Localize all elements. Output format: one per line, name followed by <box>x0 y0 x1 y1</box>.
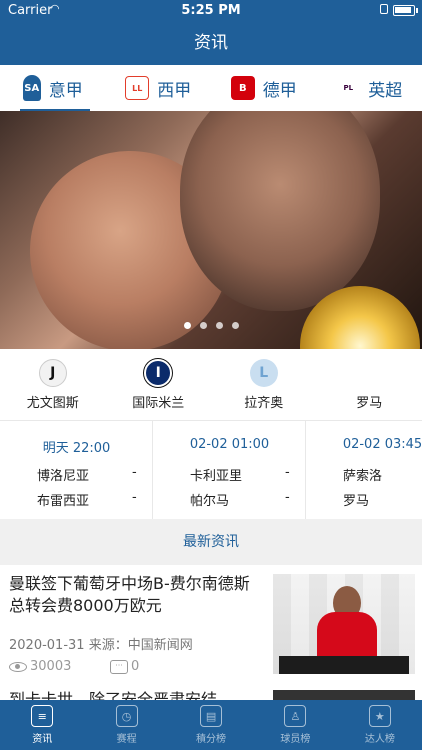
tabbar-item-schedule[interactable]: ◷ 赛程 <box>84 700 168 750</box>
tab-premier-league[interactable]: PL 英超 <box>317 65 422 111</box>
fixture-card[interactable]: 明天 22:00 博洛尼亚 - 布雷西亚 - <box>0 421 153 519</box>
comments-count: ··· 0 <box>110 659 139 674</box>
page-title: 资讯 <box>194 33 228 53</box>
lazio-logo-icon: L <box>249 358 278 387</box>
tabbar-label: 球员榜 <box>280 734 311 745</box>
hero-carousel[interactable] <box>0 111 422 349</box>
team-name: 拉齐奥 <box>244 395 284 411</box>
tabbar-label: 资讯 <box>32 734 53 745</box>
rotation-lock-icon <box>380 4 388 14</box>
fixture-strip[interactable]: 明天 22:00 博洛尼亚 - 布雷西亚 - 02-02 01:00 卡利亚里 … <box>0 420 422 519</box>
bottom-tab-bar: ≡ 资讯 ◷ 赛程 ▤ 積分榜 ♙ 球员榜 ★ 达人榜 <box>0 700 422 750</box>
tab-label: 意甲 <box>48 80 83 101</box>
clock: 5:25 PM <box>181 3 241 18</box>
news-meta: 2020-01-31 来源：中国新闻网 <box>9 634 193 653</box>
tabbar-label: 積分榜 <box>196 734 227 745</box>
comment-icon: ··· <box>110 659 128 674</box>
tab-serie-a[interactable]: SA 意甲 <box>0 65 106 111</box>
team-name: 国际米兰 <box>132 395 185 411</box>
experts-icon: ★ <box>368 705 391 727</box>
section-title: 最新资讯 <box>183 534 239 550</box>
views-count: 30003 <box>9 659 71 674</box>
premier-league-logo-icon: PL <box>336 76 361 100</box>
carousel-dot[interactable] <box>231 322 239 329</box>
fixture-time: 明天 22:00 <box>42 441 111 456</box>
carousel-pagination <box>0 322 422 329</box>
home-team: 博洛尼亚 <box>37 469 90 484</box>
tabbar-label: 赛程 <box>116 734 137 745</box>
carousel-dot[interactable] <box>199 322 207 329</box>
signing-table <box>279 656 409 674</box>
juventus-logo-icon: J <box>38 358 67 387</box>
home-team: 萨索洛 <box>343 469 383 484</box>
team-name: 罗马 <box>356 395 383 411</box>
tab-label: 德甲 <box>262 80 297 101</box>
eye-icon <box>9 661 27 672</box>
tabbar-item-experts[interactable]: ★ 达人榜 <box>338 700 422 750</box>
la-liga-logo-icon: LL <box>125 76 150 100</box>
comments-number: 0 <box>131 659 140 674</box>
tabbar-label: 达人榜 <box>364 734 395 745</box>
news-icon: ≡ <box>31 705 54 727</box>
tabbar-item-standings[interactable]: ▤ 積分榜 <box>169 700 253 750</box>
tab-label: 英超 <box>368 80 403 101</box>
fixture-time: 02-02 03:45 <box>342 437 422 452</box>
status-bar: Carrier ◠ 5:25 PM <box>0 0 422 22</box>
tabbar-item-players[interactable]: ♙ 球员榜 <box>253 700 337 750</box>
news-source: 来源：中国新闻网 <box>88 638 193 653</box>
news-card-partial[interactable]: 到卡卡世，除了安全严肃安结 <box>0 686 422 700</box>
news-headline: 曼联签下葡萄牙中场B-费尔南德斯 总转会费8000万欧元 <box>9 574 250 615</box>
away-team: 罗马 <box>343 494 370 509</box>
roma-logo-icon <box>355 359 383 387</box>
team-name: 尤文图斯 <box>26 395 79 411</box>
players-icon: ♙ <box>284 705 307 727</box>
team-roma[interactable]: 罗马 <box>317 349 422 420</box>
views-number: 30003 <box>30 659 72 674</box>
standings-icon: ▤ <box>200 705 223 727</box>
tab-label: 西甲 <box>157 80 192 101</box>
fixture-card[interactable]: 02-02 01:00 卡利亚里 - 帕尔马 - <box>153 421 306 519</box>
player-photo-right <box>180 111 380 311</box>
away-score: - <box>132 490 137 505</box>
serie-a-logo-icon: SA <box>22 75 41 101</box>
tabbar-item-news[interactable]: ≡ 资讯 <box>0 700 84 750</box>
news-date: 2020-01-31 <box>9 638 85 653</box>
news-card[interactable]: 曼联签下葡萄牙中场B-费尔南德斯 总转会费8000万欧元 2020-01-31 … <box>0 565 422 685</box>
home-team: 卡利亚里 <box>190 469 243 484</box>
fixture-time: 02-02 01:00 <box>189 437 270 452</box>
carousel-dot[interactable] <box>215 322 223 329</box>
away-team: 布雷西亚 <box>37 494 90 509</box>
bundesliga-logo-icon: B <box>230 76 255 100</box>
team-lazio[interactable]: L 拉齐奥 <box>211 349 317 420</box>
team-strip: J 尤文图斯 I 国际米兰 L 拉齐奥 罗马 <box>0 349 422 420</box>
news-thumbnail <box>273 690 415 700</box>
team-inter[interactable]: I 国际米兰 <box>106 349 212 420</box>
home-score: - <box>132 465 137 480</box>
news-headline: 到卡卡世，除了安全严肃安结 <box>9 690 218 700</box>
inter-logo-icon: I <box>144 358 173 387</box>
away-score: - <box>285 490 290 505</box>
fixture-card[interactable]: 02-02 03:45 萨索洛 罗马 <box>306 421 422 519</box>
nav-bar: 资讯 <box>0 22 422 65</box>
schedule-icon: ◷ <box>115 705 138 727</box>
section-header: 最新资讯 <box>0 519 422 565</box>
away-team: 帕尔马 <box>190 494 230 509</box>
battery-icon <box>393 5 415 16</box>
carousel-dot[interactable] <box>183 322 191 329</box>
league-tabs: SA 意甲 LL 西甲 B 德甲 PL 英超 <box>0 65 422 111</box>
battery-tip <box>416 8 418 13</box>
team-juventus[interactable]: J 尤文图斯 <box>0 349 106 420</box>
tab-la-liga[interactable]: LL 西甲 <box>106 65 212 111</box>
home-score: - <box>285 465 290 480</box>
news-thumbnail <box>273 574 415 674</box>
tab-bundesliga[interactable]: B 德甲 <box>211 65 317 111</box>
